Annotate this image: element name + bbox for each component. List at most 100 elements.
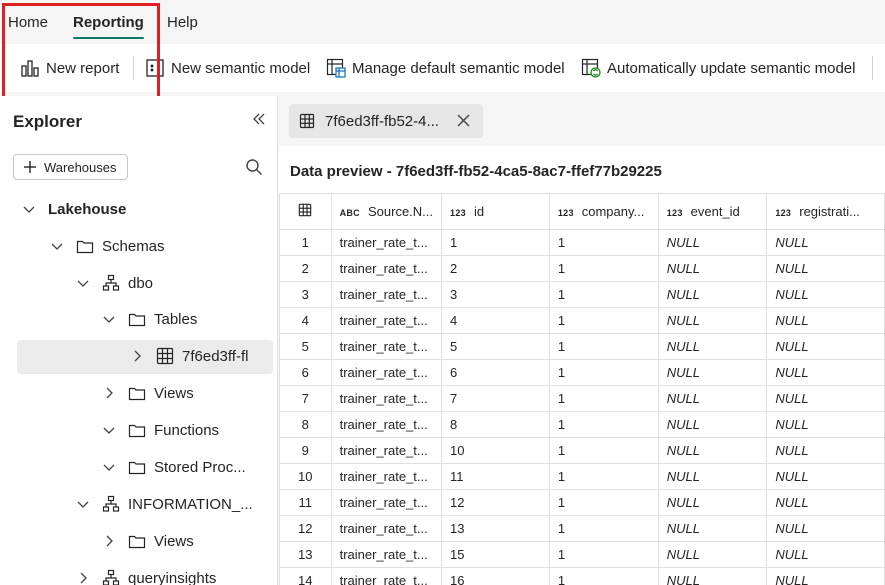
table-cell[interactable]: NULL	[766, 385, 885, 412]
row-number-cell[interactable]: 3	[279, 281, 332, 308]
chevron-right-icon[interactable]	[76, 571, 90, 585]
table-cell[interactable]: NULL	[657, 255, 768, 282]
row-number-cell[interactable]: 12	[279, 515, 332, 542]
table-cell[interactable]: NULL	[766, 489, 885, 516]
table-cell[interactable]: 1	[441, 229, 550, 256]
table-cell[interactable]: 12	[441, 489, 550, 516]
table-cell[interactable]: trainer_rate_t...	[330, 515, 443, 542]
close-icon[interactable]	[456, 113, 471, 128]
tree-item[interactable]: Stored Proc...	[102, 452, 246, 482]
table-cell[interactable]: 3	[441, 281, 550, 308]
table-cell[interactable]: NULL	[766, 255, 885, 282]
collapse-panel-icon[interactable]	[250, 110, 268, 128]
row-number-cell[interactable]: 11	[279, 489, 332, 516]
column-header[interactable]: 123 registrati...	[766, 193, 885, 230]
table-cell[interactable]: NULL	[657, 463, 768, 490]
table-cell[interactable]: 15	[441, 541, 550, 568]
table-cell[interactable]: trainer_rate_t...	[330, 437, 443, 464]
row-number-cell[interactable]: 10	[279, 463, 332, 490]
table-cell[interactable]: trainer_rate_t...	[330, 333, 443, 360]
table-cell[interactable]: 4	[441, 307, 550, 334]
chevron-down-icon[interactable]	[102, 423, 116, 437]
table-cell[interactable]: NULL	[766, 333, 885, 360]
table-cell[interactable]: trainer_rate_t...	[330, 541, 443, 568]
table-cell[interactable]: 1	[548, 515, 659, 542]
new-report-button[interactable]: New report	[20, 56, 119, 80]
chevron-right-icon[interactable]	[130, 349, 144, 363]
tree-item[interactable]: Lakehouse	[22, 194, 126, 224]
column-header[interactable]: 123 id	[441, 193, 550, 230]
table-cell[interactable]: 1	[548, 385, 659, 412]
table-cell[interactable]: 7	[441, 385, 550, 412]
row-number-cell[interactable]: 5	[279, 333, 332, 360]
tree-item[interactable]: INFORMATION_...	[76, 489, 253, 519]
table-cell[interactable]: 2	[441, 255, 550, 282]
table-cell[interactable]: NULL	[657, 229, 768, 256]
table-cell[interactable]: 1	[548, 463, 659, 490]
table-cell[interactable]: 1	[548, 229, 659, 256]
table-cell[interactable]: NULL	[766, 307, 885, 334]
table-cell[interactable]: trainer_rate_t...	[330, 307, 443, 334]
table-cell[interactable]: 1	[548, 411, 659, 438]
table-cell[interactable]: 16	[441, 567, 550, 585]
tab-reporting[interactable]: Reporting	[73, 14, 144, 39]
table-cell[interactable]: NULL	[766, 541, 885, 568]
row-number-cell[interactable]: 13	[279, 541, 332, 568]
table-cell[interactable]: trainer_rate_t...	[330, 229, 443, 256]
table-cell[interactable]: NULL	[657, 333, 768, 360]
new-semantic-model-button[interactable]: New semantic model	[145, 56, 310, 80]
tab-table-preview[interactable]: 7f6ed3ff-fb52-4...	[289, 104, 483, 138]
table-cell[interactable]: NULL	[766, 229, 885, 256]
chevron-down-icon[interactable]	[22, 202, 36, 216]
tab-help[interactable]: Help	[167, 14, 198, 31]
column-header[interactable]: 123 company...	[548, 193, 659, 230]
chevron-down-icon[interactable]	[76, 276, 90, 290]
table-cell[interactable]: 1	[548, 489, 659, 516]
table-cell[interactable]: 1	[548, 541, 659, 568]
chevron-down-icon[interactable]	[76, 497, 90, 511]
table-cell[interactable]: 11	[441, 463, 550, 490]
row-number-cell[interactable]: 7	[279, 385, 332, 412]
chevron-down-icon[interactable]	[102, 460, 116, 474]
table-cell[interactable]: NULL	[657, 567, 768, 585]
column-header[interactable]: ABC Source.N...	[330, 193, 443, 230]
manage-default-semantic-model-button[interactable]: Manage default semantic model	[326, 56, 565, 80]
table-cell[interactable]: trainer_rate_t...	[330, 359, 443, 386]
table-cell[interactable]: 5	[441, 333, 550, 360]
row-number-cell[interactable]: 4	[279, 307, 332, 334]
table-cell[interactable]: NULL	[657, 307, 768, 334]
table-cell[interactable]: 13	[441, 515, 550, 542]
table-cell[interactable]: 1	[548, 567, 659, 585]
tree-item[interactable]: Tables	[102, 304, 197, 334]
search-icon[interactable]	[245, 158, 263, 176]
table-cell[interactable]: NULL	[657, 437, 768, 464]
tree-item[interactable]: Functions	[102, 415, 219, 445]
table-cell[interactable]: NULL	[766, 359, 885, 386]
table-cell[interactable]: trainer_rate_t...	[330, 463, 443, 490]
chevron-down-icon[interactable]	[102, 312, 116, 326]
table-cell[interactable]: 1	[548, 307, 659, 334]
table-cell[interactable]: trainer_rate_t...	[330, 489, 443, 516]
table-cell[interactable]: trainer_rate_t...	[330, 255, 443, 282]
row-number-cell[interactable]: 1	[279, 229, 332, 256]
table-cell[interactable]: NULL	[766, 437, 885, 464]
table-cell[interactable]: NULL	[766, 281, 885, 308]
table-cell[interactable]: 6	[441, 359, 550, 386]
table-cell[interactable]: NULL	[657, 411, 768, 438]
table-cell[interactable]: NULL	[657, 359, 768, 386]
table-cell[interactable]: NULL	[657, 541, 768, 568]
chevron-right-icon[interactable]	[102, 386, 116, 400]
table-cell[interactable]: 10	[441, 437, 550, 464]
chevron-down-icon[interactable]	[50, 239, 64, 253]
table-cell[interactable]: 1	[548, 359, 659, 386]
table-cell[interactable]: trainer_rate_t...	[330, 385, 443, 412]
table-cell[interactable]: NULL	[657, 385, 768, 412]
table-cell[interactable]: 1	[548, 255, 659, 282]
table-cell[interactable]: NULL	[766, 411, 885, 438]
auto-update-semantic-model-button[interactable]: Automatically update semantic model	[581, 56, 855, 80]
row-number-cell[interactable]: 2	[279, 255, 332, 282]
row-number-cell[interactable]: 14	[279, 567, 332, 585]
table-cell[interactable]: NULL	[766, 463, 885, 490]
tree-item[interactable]: 7f6ed3ff-fl	[130, 341, 248, 371]
add-warehouses-button[interactable]: Warehouses	[13, 154, 128, 180]
